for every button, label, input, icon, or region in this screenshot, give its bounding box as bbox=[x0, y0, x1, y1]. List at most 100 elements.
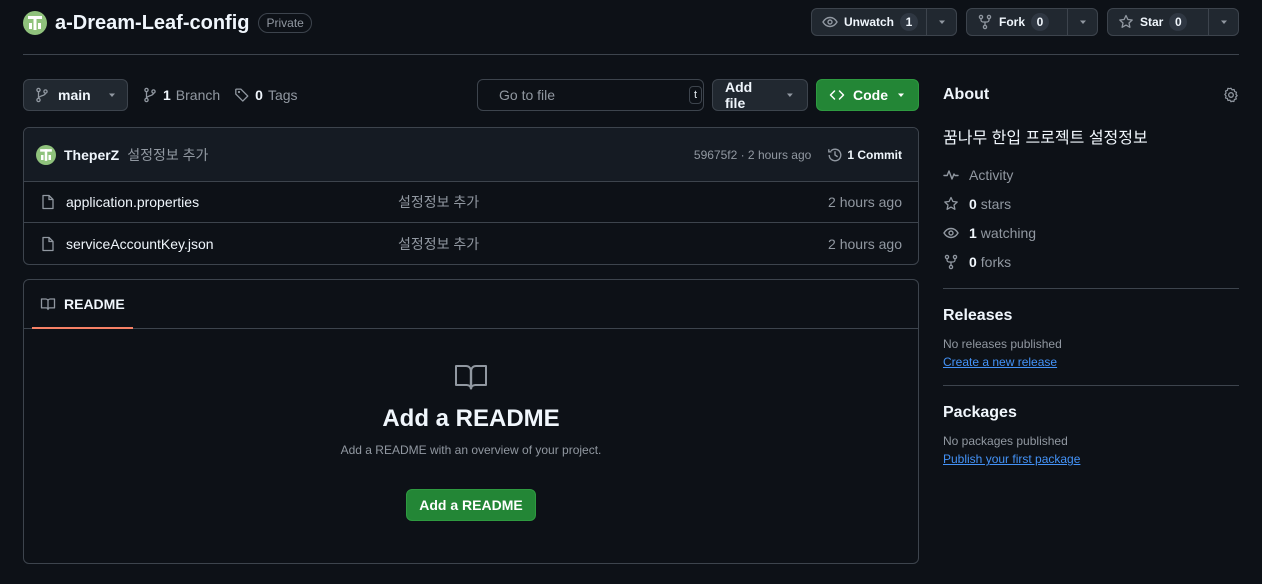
file-icon bbox=[42, 194, 54, 210]
watching-count: 1 bbox=[969, 224, 977, 241]
sidebar-divider bbox=[943, 385, 1239, 386]
eye-icon bbox=[943, 227, 959, 238]
caret-down-icon bbox=[1220, 20, 1227, 24]
unwatch-group: Unwatch 1 bbox=[810, 8, 957, 36]
readme-tab-bar: README bbox=[24, 280, 918, 329]
readme-tab-label: README bbox=[64, 295, 125, 312]
star-group: Star 0 bbox=[1107, 8, 1239, 36]
watching-link[interactable]: 1 watching bbox=[943, 218, 1239, 247]
stars-label: stars bbox=[980, 195, 1012, 212]
publish-package-link[interactable]: Publish your first package bbox=[943, 452, 1080, 466]
about-stats: Activity 0 stars 1 watching 0 forks bbox=[943, 160, 1239, 276]
add-file-button[interactable]: Add file bbox=[712, 79, 808, 111]
file-commit-time: 2 hours ago bbox=[828, 194, 902, 210]
fork-icon bbox=[944, 254, 958, 269]
star-button[interactable]: Star 0 bbox=[1107, 8, 1209, 36]
forks-link[interactable]: 0 forks bbox=[943, 247, 1239, 276]
forks-count: 0 bbox=[969, 253, 977, 270]
tag-icon bbox=[235, 88, 249, 102]
sidebar-divider bbox=[943, 288, 1239, 289]
fork-dropdown[interactable] bbox=[1068, 8, 1098, 36]
unwatch-dropdown[interactable] bbox=[927, 8, 957, 36]
add-readme-button[interactable]: Add a README bbox=[406, 489, 536, 521]
tab-readme[interactable]: README bbox=[32, 280, 133, 329]
packages-title[interactable]: Packages bbox=[943, 402, 1239, 424]
eye-icon bbox=[822, 16, 838, 28]
star-dropdown[interactable] bbox=[1209, 8, 1239, 36]
stars-count: 0 bbox=[969, 195, 977, 212]
caret-down-icon bbox=[787, 93, 794, 97]
repo-description: 꿈나무 한입 프로젝트 설정정보 bbox=[943, 130, 1148, 147]
repo-name[interactable]: a-Dream-Leaf-config bbox=[55, 12, 249, 35]
fork-count: 0 bbox=[1031, 13, 1050, 31]
fork-group: Fork 0 bbox=[966, 8, 1098, 36]
fork-icon bbox=[978, 14, 992, 30]
branch-tag-links: 1 Branch 0 Tags bbox=[142, 79, 298, 111]
commit-hash-time[interactable]: 59675f2 · 2 hours ago bbox=[694, 148, 811, 162]
book-icon bbox=[455, 365, 487, 390]
readme-empty-subtitle: Add a README with an overview of your pr… bbox=[340, 443, 602, 457]
star-icon bbox=[1119, 14, 1133, 28]
search-shortcut-key: t bbox=[689, 86, 703, 104]
branches-link[interactable]: 1 Branch bbox=[142, 87, 220, 103]
tag-label: Tags bbox=[267, 87, 298, 103]
branch-icon bbox=[144, 87, 156, 103]
commit-author-avatar[interactable] bbox=[36, 144, 56, 165]
packages-empty-text: No packages published bbox=[943, 434, 1068, 448]
activity-label: Activity bbox=[969, 166, 1014, 183]
caret-down-icon bbox=[109, 93, 115, 97]
file-name-link[interactable]: application.properties bbox=[66, 194, 398, 210]
repo-actions: Unwatch 1 Fork 0 Star 0 bbox=[810, 8, 1239, 36]
pulse-icon bbox=[943, 169, 959, 180]
visibility-badge: Private bbox=[258, 13, 312, 33]
add-file-label: Add file bbox=[725, 79, 753, 111]
go-to-file-input[interactable] bbox=[499, 87, 680, 103]
unwatch-label: Unwatch bbox=[843, 15, 894, 29]
file-commit-message[interactable]: 설정정보 추가 bbox=[398, 192, 479, 212]
tags-link[interactable]: 0 Tags bbox=[234, 87, 298, 103]
code-icon bbox=[829, 90, 845, 100]
code-button[interactable]: Code bbox=[816, 79, 919, 111]
readme-panel: README Add a README Add a README with an… bbox=[23, 279, 919, 564]
branch-count: 1 bbox=[163, 87, 171, 103]
file-commit-time: 2 hours ago bbox=[828, 235, 902, 252]
commit-count: 1 Commit bbox=[847, 147, 902, 162]
header-divider bbox=[23, 54, 1239, 55]
caret-down-icon bbox=[938, 20, 945, 24]
repo-header: a-Dream-Leaf-config Private bbox=[23, 10, 312, 36]
book-icon bbox=[40, 297, 56, 310]
branch-icon bbox=[36, 87, 48, 103]
latest-commit-row: TheperZ 설정정보 추가 59675f2 · 2 hours ago 1 … bbox=[24, 128, 918, 182]
go-to-file-search[interactable]: t bbox=[477, 79, 704, 111]
create-release-link[interactable]: Create a new release bbox=[943, 355, 1057, 369]
file-commit-message[interactable]: 설정정보 추가 bbox=[398, 234, 479, 254]
commit-author[interactable]: TheperZ bbox=[64, 147, 119, 163]
releases-title[interactable]: Releases bbox=[943, 305, 1239, 327]
commit-message[interactable]: 설정정보 추가 bbox=[127, 145, 208, 165]
watch-count: 1 bbox=[900, 13, 918, 31]
star-count: 0 bbox=[1169, 13, 1188, 31]
star-icon bbox=[944, 196, 958, 210]
stars-link[interactable]: 0 stars bbox=[943, 189, 1239, 218]
fork-label: Fork bbox=[999, 15, 1026, 29]
caret-down-icon bbox=[1079, 20, 1086, 24]
about-header: About bbox=[943, 79, 1239, 111]
fork-button[interactable]: Fork 0 bbox=[966, 8, 1068, 36]
star-label: Star bbox=[1140, 15, 1164, 29]
forks-label: forks bbox=[980, 253, 1012, 270]
commits-link[interactable]: 1 Commit bbox=[827, 147, 902, 163]
gear-icon[interactable] bbox=[1223, 87, 1239, 103]
owner-avatar[interactable] bbox=[23, 11, 47, 35]
code-label: Code bbox=[853, 87, 888, 103]
file-name-link[interactable]: serviceAccountKey.json bbox=[66, 236, 398, 252]
branch-selector[interactable]: main bbox=[23, 79, 128, 111]
file-row: serviceAccountKey.json 설정정보 추가 2 hours a… bbox=[24, 223, 918, 264]
file-table: TheperZ 설정정보 추가 59675f2 · 2 hours ago 1 … bbox=[23, 127, 919, 265]
branch-name: main bbox=[58, 87, 91, 103]
unwatch-button[interactable]: Unwatch 1 bbox=[810, 8, 927, 36]
tag-count: 0 bbox=[255, 87, 263, 103]
branch-label: Branch bbox=[175, 87, 221, 103]
file-row: application.properties 설정정보 추가 2 hours a… bbox=[24, 182, 918, 223]
packages-section: Packages No packages published Publish y… bbox=[943, 402, 1239, 466]
activity-link[interactable]: Activity bbox=[943, 160, 1239, 189]
